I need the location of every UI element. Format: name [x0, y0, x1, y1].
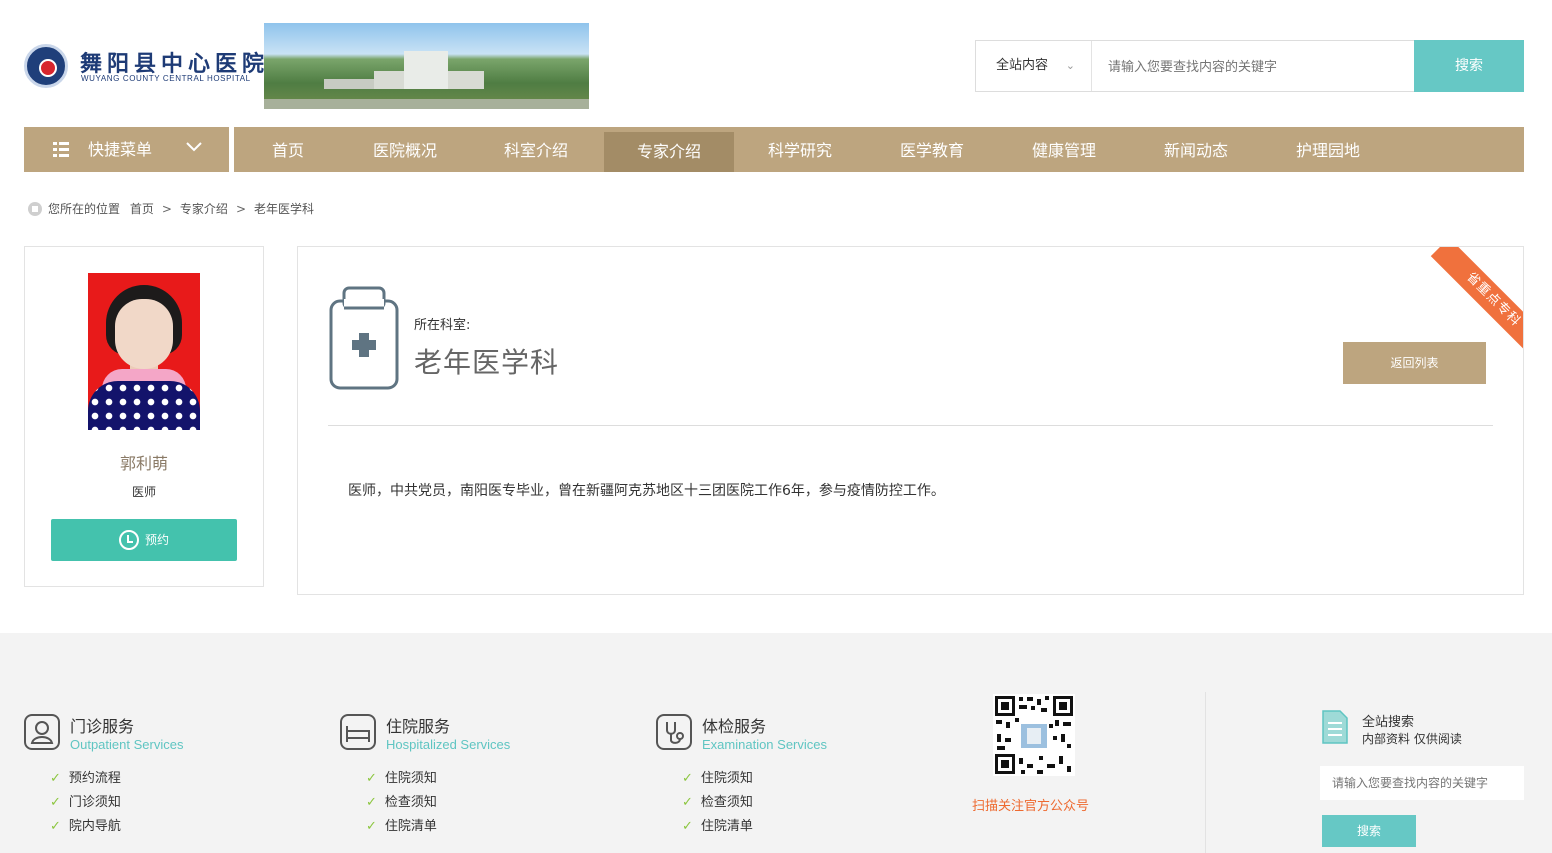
outpatient-title: 门诊服务	[70, 717, 135, 736]
bed-icon	[340, 714, 376, 750]
breadcrumb-prefix: 您所在的位置	[48, 202, 121, 216]
divider	[328, 425, 1493, 426]
header-search: 全站内容 ⌄ 搜索	[975, 40, 1524, 92]
qr-caption: 扫描关注官方公众号	[972, 799, 1090, 814]
department-name: 老年医学科	[414, 346, 560, 379]
appointment-button[interactable]: 预约	[51, 519, 237, 561]
footer-search-input[interactable]	[1320, 766, 1524, 800]
inpatient-services: 住院服务 Hospitalized Services ✓ 住院须知 ✓ 检查须知 ✓…	[340, 713, 600, 853]
breadcrumb-home[interactable]: 首页	[130, 202, 154, 216]
footer-link[interactable]: ✓ 院内导航	[50, 815, 121, 839]
department-caption: 所在科室:	[414, 318, 471, 333]
footer-divider	[1205, 692, 1206, 853]
examination-services: 体检服务 Examination Services ✓ 住院须知 ✓ 检查须知 ✓ 住…	[656, 713, 916, 853]
hospital-emblem-icon	[24, 44, 68, 88]
site-search-subtitle: 内部资料 仅供阅读	[1362, 732, 1462, 746]
outpatient-services: 门诊服务 Outpatient Services ✓ 预约流程 ✓ 门诊须知 ✓ 院内…	[24, 713, 284, 853]
footer-search-button[interactable]: 搜索	[1322, 815, 1416, 847]
footer-link[interactable]: ✓ 住院须知	[682, 767, 753, 791]
nav-item-home[interactable]: 首页	[234, 127, 342, 172]
footer-link[interactable]: ✓ 门诊须知	[50, 791, 121, 815]
doctor-title: 医师	[131, 485, 156, 499]
search-button[interactable]: 搜索	[1414, 40, 1524, 92]
doctor-card: 郭利萌 医师 预约	[24, 246, 264, 587]
document-search-icon	[1322, 710, 1348, 744]
nav-item-health[interactable]: 健康管理	[998, 127, 1130, 172]
breadcrumb-current: 老年医学科	[254, 202, 315, 216]
site-search-title: 全站搜索	[1362, 715, 1415, 730]
footer-link[interactable]: ✓ 住院清单	[366, 815, 437, 839]
home-icon	[28, 202, 42, 216]
clock-icon	[118, 530, 139, 550]
examination-subtitle: Examination Services	[702, 737, 827, 752]
footer-link[interactable]: ✓ 检查须知	[366, 791, 437, 815]
footer-link[interactable]: ✓ 住院须知	[366, 767, 437, 791]
inpatient-subtitle: Hospitalized Services	[386, 737, 511, 752]
search-scope-select[interactable]: 全站内容 ⌄	[976, 41, 1092, 91]
quick-menu-label: 快捷菜单	[88, 140, 153, 159]
quick-menu-button[interactable]: 快捷菜单	[24, 127, 229, 172]
examination-title: 体检服务	[702, 717, 767, 736]
menu-grid-icon	[53, 142, 69, 157]
doctor-icon	[24, 714, 60, 750]
inpatient-title: 住院服务	[386, 717, 451, 736]
department-info-panel: 所在科室: 老年医学科 返回列表 省重点专科 医师，中共党员，南阳医专毕业，曾在…	[297, 246, 1524, 595]
nav-item-overview[interactable]: 医院概况	[342, 127, 468, 172]
doctor-bio: 医师，中共党员，南阳医专毕业，曾在新疆阿克苏地区十三团医院工作6年，参与疫情防控…	[348, 483, 945, 499]
footer-link[interactable]: ✓ 检查须知	[682, 791, 753, 815]
clipboard-medical-icon	[329, 286, 399, 390]
chevron-down-icon: ⌄	[1065, 59, 1075, 72]
qr-code	[993, 694, 1075, 776]
footer-link[interactable]: ✓ 住院清单	[682, 815, 753, 839]
nav-item-nursing[interactable]: 护理园地	[1262, 127, 1394, 172]
main-nav: 首页 医院概况 科室介绍 专家介绍 科学研究 医学教育 健康管理 新闻动态 护理…	[234, 127, 1524, 172]
stethoscope-icon	[656, 714, 692, 750]
doctor-photo	[88, 273, 200, 430]
footer: 门诊服务 Outpatient Services ✓ 预约流程 ✓ 门诊须知 ✓ 院内…	[0, 633, 1552, 853]
nav-item-education[interactable]: 医学教育	[866, 127, 998, 172]
hospital-name-en: WUYANG COUNTY CENTRAL HOSPITAL	[81, 74, 251, 83]
hospital-logo[interactable]: 舞阳县中心医院 WUYANG COUNTY CENTRAL HOSPITAL	[24, 44, 264, 88]
search-input[interactable]	[1108, 41, 1408, 91]
hospital-aerial-photo	[264, 23, 589, 109]
nav-item-experts[interactable]: 专家介绍	[604, 132, 734, 172]
footer-link[interactable]: ✓ 预约流程	[50, 767, 121, 791]
nav-item-news[interactable]: 新闻动态	[1130, 127, 1262, 172]
outpatient-subtitle: Outpatient Services	[70, 737, 184, 752]
back-to-list-button[interactable]: 返回列表	[1343, 342, 1486, 384]
nav-item-departments[interactable]: 科室介绍	[470, 127, 602, 172]
search-scope-label: 全站内容	[996, 58, 1049, 73]
chevron-down-icon	[186, 142, 202, 152]
nav-item-research[interactable]: 科学研究	[734, 127, 866, 172]
breadcrumb-experts[interactable]: 专家介绍	[180, 202, 228, 216]
appointment-label: 预约	[144, 533, 169, 547]
breadcrumb: 您所在的位置 首页 > 专家介绍 > 老年医学科	[28, 200, 314, 218]
doctor-name: 郭利萌	[119, 454, 168, 473]
